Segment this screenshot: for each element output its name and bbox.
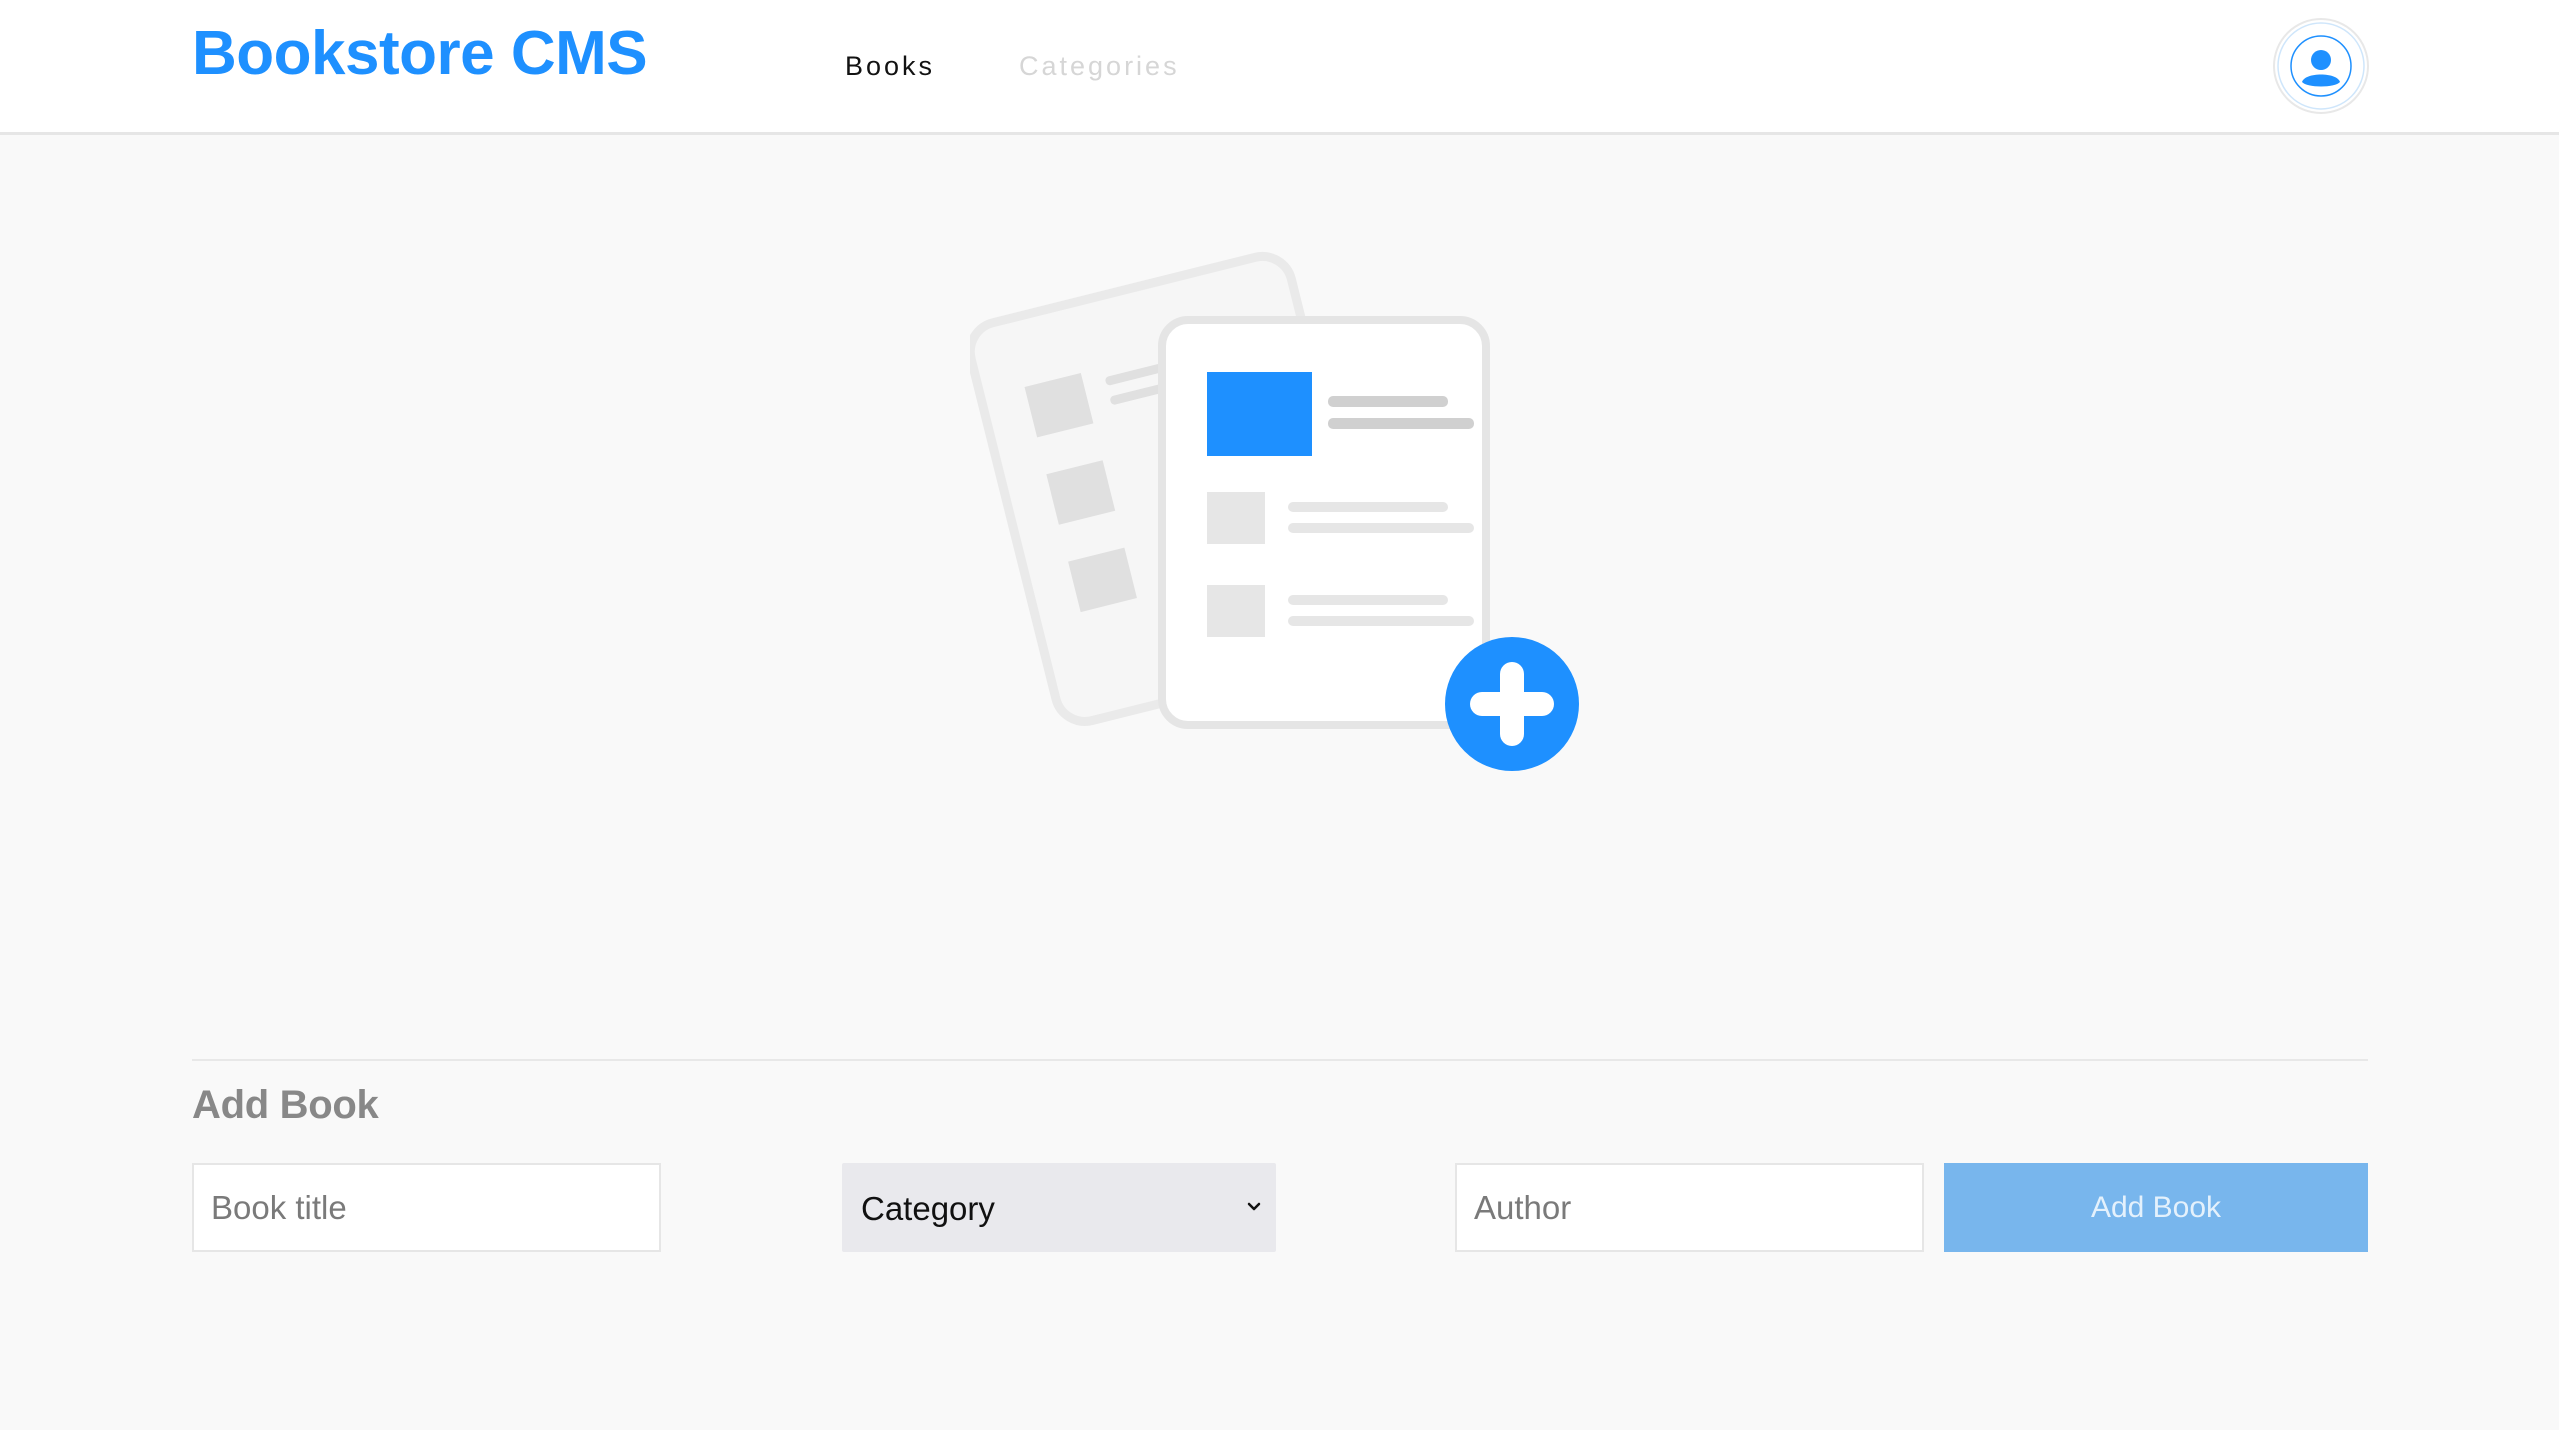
nav-categories-link[interactable]: Categories: [1019, 48, 1180, 84]
author-input[interactable]: [1455, 1163, 1924, 1252]
add-document-icon: [970, 251, 1579, 771]
user-avatar-button[interactable]: [2273, 18, 2369, 114]
chevron-down-icon: [1247, 1202, 1261, 1211]
category-select-value: Category: [861, 1190, 995, 1227]
category-select[interactable]: Category: [842, 1163, 1276, 1252]
form-divider: [192, 1059, 2368, 1061]
app-header: Bookstore CMS Books Categories: [0, 0, 2559, 135]
add-book-heading: Add Book: [192, 1083, 379, 1127]
book-title-input[interactable]: [192, 1163, 661, 1252]
nav-books-link[interactable]: Books: [845, 48, 935, 84]
user-icon: [2277, 22, 2365, 110]
app-logo[interactable]: Bookstore CMS: [192, 18, 648, 90]
add-book-button[interactable]: Add Book: [1944, 1163, 2368, 1252]
